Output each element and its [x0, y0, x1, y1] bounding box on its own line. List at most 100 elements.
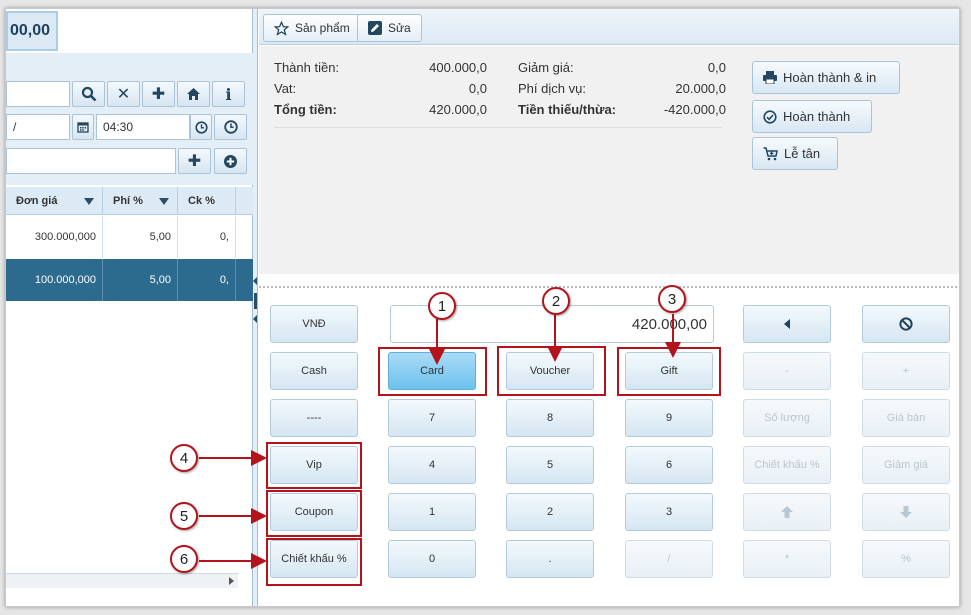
reception-label: Lễ tân: [784, 146, 821, 161]
time-input[interactable]: 04:30: [96, 114, 190, 140]
price-key[interactable]: Giá bán: [862, 399, 950, 437]
products-label: Sản phẩm: [295, 21, 350, 35]
filter-icon[interactable]: [84, 197, 94, 205]
callout-6: 6: [170, 545, 198, 573]
search-button[interactable]: [72, 81, 105, 107]
edit-label: Sửa: [388, 21, 411, 35]
scroll-right-icon[interactable]: [229, 577, 234, 585]
clock-icon: [194, 120, 208, 134]
clear-button[interactable]: ✕: [107, 81, 140, 107]
customer-input[interactable]: [6, 81, 70, 107]
grid-header: Đơn giá Phí % Ck %: [6, 187, 253, 215]
collapse-left-icon[interactable]: [253, 277, 257, 285]
table-row-selected[interactable]: 100.000,000 5,00 0,: [6, 259, 253, 301]
callout-2: 2: [542, 287, 570, 315]
cell-price: 300.000,000: [6, 216, 103, 258]
filter-icon[interactable]: [159, 197, 169, 205]
vat-label: Vat:: [274, 81, 297, 96]
top-toolbar: Sản phẩm Sửa: [259, 9, 959, 45]
close-icon: ✕: [116, 86, 131, 103]
cash-key[interactable]: Cash: [270, 352, 358, 390]
total-label: Tổng tiền:: [274, 102, 337, 117]
discount-value: 0,0: [707, 60, 726, 75]
edit-button[interactable]: Sửa: [357, 14, 422, 42]
cart-plus-icon: [763, 146, 778, 160]
digit-4-key[interactable]: 4: [388, 446, 476, 484]
cell-fee: 5,00: [103, 216, 178, 258]
col-unit-price[interactable]: Đơn giá: [6, 187, 103, 215]
digit-2-key[interactable]: 2: [506, 493, 594, 531]
col-fee[interactable]: Phí %: [103, 187, 178, 215]
add-circle-button[interactable]: [214, 148, 247, 174]
order-total: 00,00: [6, 11, 58, 51]
discount-key[interactable]: Giảm giá: [862, 446, 950, 484]
minus-key[interactable]: -: [743, 352, 831, 390]
horizontal-scrollbar[interactable]: [6, 573, 238, 588]
search-icon: [81, 86, 96, 102]
cell-ck: 0,: [178, 259, 236, 301]
digit-0-key[interactable]: 0: [388, 540, 476, 578]
callout-4: 4: [170, 444, 198, 472]
vat-value: 0,0: [468, 81, 487, 96]
calendar-button[interactable]: [72, 114, 94, 140]
cell-price: 100.000,000: [6, 259, 103, 301]
products-button[interactable]: Sản phẩm: [263, 14, 361, 42]
complete-label: Hoàn thành: [783, 109, 851, 124]
clock-button[interactable]: [190, 114, 212, 140]
complete-button[interactable]: Hoàn thành: [752, 100, 872, 133]
digit-3-key[interactable]: 3: [625, 493, 713, 531]
splitter-handle[interactable]: [254, 293, 257, 309]
note-input[interactable]: [6, 148, 176, 174]
add-note-button[interactable]: ✚: [178, 148, 211, 174]
currency-vnd-key[interactable]: VNĐ: [270, 305, 358, 343]
date-input[interactable]: /: [6, 114, 70, 140]
backspace-key[interactable]: [743, 305, 831, 343]
reception-button[interactable]: Lễ tân: [752, 137, 838, 170]
collapse-left-icon[interactable]: [253, 315, 257, 323]
order-total-value: 00,00: [10, 22, 51, 39]
multiply-key[interactable]: *: [743, 540, 831, 578]
digit-8-key[interactable]: 8: [506, 399, 594, 437]
up-key[interactable]: [743, 493, 831, 531]
arrow-up-icon: [781, 506, 793, 518]
print-icon: [763, 71, 777, 84]
balance-label: Tiền thiếu/thừa:: [518, 102, 617, 117]
cell-ck: 0,: [178, 216, 236, 258]
plus-key[interactable]: +: [862, 352, 950, 390]
highlight-voucher: [497, 346, 606, 396]
complete-print-button[interactable]: Hoàn thành & in: [752, 61, 900, 94]
down-key[interactable]: [862, 493, 950, 531]
clock-alt-button[interactable]: [214, 114, 247, 140]
quantity-key[interactable]: Số lượng: [743, 399, 831, 437]
decimal-key[interactable]: .: [506, 540, 594, 578]
digit-7-key[interactable]: 7: [388, 399, 476, 437]
cell-fee: 5,00: [103, 259, 178, 301]
summary-divider: [274, 127, 722, 128]
arrow-down-icon: [900, 506, 912, 518]
highlight-card: [378, 347, 487, 396]
divide-key[interactable]: /: [625, 540, 713, 578]
percent-key[interactable]: %: [862, 540, 950, 578]
col-discount[interactable]: Ck %: [178, 187, 236, 215]
balance-value: -420.000,0: [663, 102, 726, 117]
time-value: 04:30: [103, 120, 134, 134]
callout-1: 1: [428, 292, 456, 320]
digit-5-key[interactable]: 5: [506, 446, 594, 484]
home-button[interactable]: [177, 81, 210, 107]
highlight-coupon: [266, 490, 362, 537]
discount-percent-key[interactable]: Chiết khấu %: [743, 446, 831, 484]
digit-6-key[interactable]: 6: [625, 446, 713, 484]
table-row[interactable]: 300.000,000 5,00 0,: [6, 216, 253, 258]
digit-9-key[interactable]: 9: [625, 399, 713, 437]
add-customer-button[interactable]: ✚: [142, 81, 175, 107]
panel-splitter[interactable]: [253, 9, 258, 606]
dashes-key[interactable]: ----: [270, 399, 358, 437]
plus-icon: ✚: [187, 153, 202, 170]
digit-1-key[interactable]: 1: [388, 493, 476, 531]
subtotal-value: 400.000,0: [429, 60, 487, 75]
caret-left-icon: [784, 319, 790, 329]
info-button[interactable]: i: [212, 81, 245, 107]
edit-icon: [368, 21, 382, 35]
cancel-key[interactable]: [862, 305, 950, 343]
app-window: 00,00 ✕ ✚ i / 04:30 ✚ Đơn giá Phí % Ck %…: [5, 8, 960, 607]
